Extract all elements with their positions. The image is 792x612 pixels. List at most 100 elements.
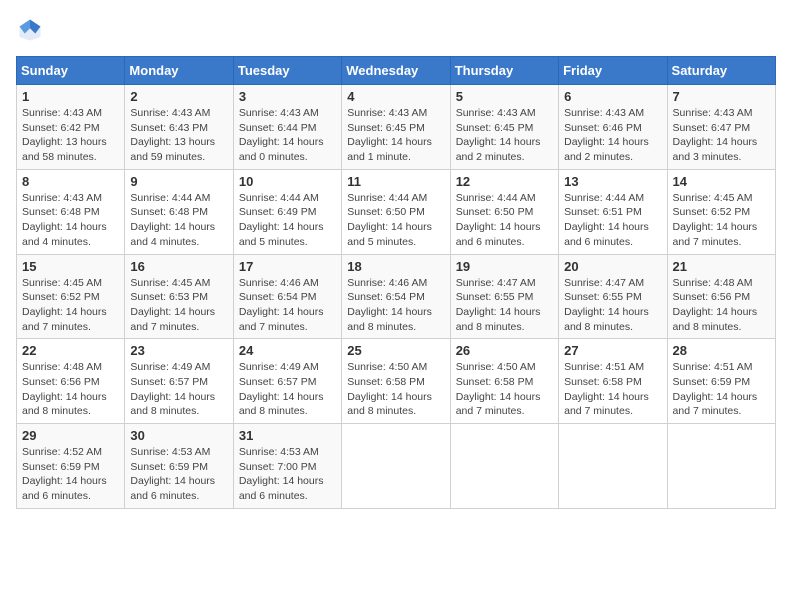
day-number: 8 <box>22 174 119 189</box>
calendar-cell: 5 Sunrise: 4:43 AM Sunset: 6:45 PM Daylig… <box>450 85 558 170</box>
day-info: Sunrise: 4:52 AM Sunset: 6:59 PM Dayligh… <box>22 445 119 504</box>
calendar-cell: 9 Sunrise: 4:44 AM Sunset: 6:48 PM Daylig… <box>125 169 233 254</box>
day-number: 5 <box>456 89 553 104</box>
calendar-cell: 24Sunrise: 4:49 AM Sunset: 6:57 PM Dayli… <box>233 339 341 424</box>
day-number: 17 <box>239 259 336 274</box>
day-info: Sunrise: 4:51 AM Sunset: 6:58 PM Dayligh… <box>564 360 661 419</box>
day-info: Sunrise: 4:51 AM Sunset: 6:59 PM Dayligh… <box>673 360 770 419</box>
calendar-header-row: SundayMondayTuesdayWednesdayThursdayFrid… <box>17 57 776 85</box>
calendar-cell: 2 Sunrise: 4:43 AM Sunset: 6:43 PM Daylig… <box>125 85 233 170</box>
calendar-cell: 27 Sunrise: 4:51 AM Sunset: 6:58 PM Dayli… <box>559 339 667 424</box>
day-info: Sunrise: 4:43 AM Sunset: 6:42 PM Dayligh… <box>22 106 119 165</box>
calendar-week-3: 15 Sunrise: 4:45 AM Sunset: 6:52 PM Dayli… <box>17 254 776 339</box>
calendar-cell: 1Sunrise: 4:43 AM Sunset: 6:42 PM Daylig… <box>17 85 125 170</box>
day-number: 9 <box>130 174 227 189</box>
day-info: Sunrise: 4:43 AM Sunset: 6:44 PM Dayligh… <box>239 106 336 165</box>
calendar-week-5: 29 Sunrise: 4:52 AM Sunset: 6:59 PM Dayli… <box>17 424 776 509</box>
calendar-cell: 22 Sunrise: 4:48 AM Sunset: 6:56 PM Dayli… <box>17 339 125 424</box>
calendar-cell: 23 Sunrise: 4:49 AM Sunset: 6:57 PM Dayli… <box>125 339 233 424</box>
day-info: Sunrise: 4:44 AM Sunset: 6:50 PM Dayligh… <box>347 191 444 250</box>
day-info: Sunrise: 4:43 AM Sunset: 6:47 PM Dayligh… <box>673 106 770 165</box>
day-number: 14 <box>673 174 770 189</box>
day-number: 2 <box>130 89 227 104</box>
day-info: Sunrise: 4:43 AM Sunset: 6:48 PM Dayligh… <box>22 191 119 250</box>
day-number: 21 <box>673 259 770 274</box>
day-info: Sunrise: 4:49 AM Sunset: 6:57 PM Dayligh… <box>239 360 336 419</box>
day-number: 13 <box>564 174 661 189</box>
day-info: Sunrise: 4:44 AM Sunset: 6:49 PM Dayligh… <box>239 191 336 250</box>
day-number: 25 <box>347 343 444 358</box>
day-number: 6 <box>564 89 661 104</box>
calendar-cell <box>342 424 450 509</box>
day-info: Sunrise: 4:53 AM Sunset: 7:00 PM Dayligh… <box>239 445 336 504</box>
calendar-week-4: 22 Sunrise: 4:48 AM Sunset: 6:56 PM Dayli… <box>17 339 776 424</box>
column-header-friday: Friday <box>559 57 667 85</box>
day-info: Sunrise: 4:43 AM Sunset: 6:43 PM Dayligh… <box>130 106 227 165</box>
calendar-cell: 28 Sunrise: 4:51 AM Sunset: 6:59 PM Dayli… <box>667 339 775 424</box>
day-info: Sunrise: 4:43 AM Sunset: 6:45 PM Dayligh… <box>456 106 553 165</box>
calendar-table: SundayMondayTuesdayWednesdayThursdayFrid… <box>16 56 776 509</box>
page-header <box>16 16 776 44</box>
day-info: Sunrise: 4:46 AM Sunset: 6:54 PM Dayligh… <box>347 276 444 335</box>
calendar-cell: 31 Sunrise: 4:53 AM Sunset: 7:00 PM Dayli… <box>233 424 341 509</box>
calendar-cell: 29 Sunrise: 4:52 AM Sunset: 6:59 PM Dayli… <box>17 424 125 509</box>
day-info: Sunrise: 4:50 AM Sunset: 6:58 PM Dayligh… <box>456 360 553 419</box>
logo <box>16 16 48 44</box>
column-header-monday: Monday <box>125 57 233 85</box>
day-number: 23 <box>130 343 227 358</box>
day-number: 27 <box>564 343 661 358</box>
calendar-cell: 30 Sunrise: 4:53 AM Sunset: 6:59 PM Dayli… <box>125 424 233 509</box>
calendar-cell: 20 Sunrise: 4:47 AM Sunset: 6:55 PM Dayli… <box>559 254 667 339</box>
day-number: 28 <box>673 343 770 358</box>
day-number: 26 <box>456 343 553 358</box>
day-number: 16 <box>130 259 227 274</box>
day-number: 15 <box>22 259 119 274</box>
day-info: Sunrise: 4:43 AM Sunset: 6:45 PM Dayligh… <box>347 106 444 165</box>
day-info: Sunrise: 4:47 AM Sunset: 6:55 PM Dayligh… <box>564 276 661 335</box>
day-number: 12 <box>456 174 553 189</box>
calendar-cell: 8 Sunrise: 4:43 AM Sunset: 6:48 PM Daylig… <box>17 169 125 254</box>
calendar-cell <box>559 424 667 509</box>
day-info: Sunrise: 4:45 AM Sunset: 6:52 PM Dayligh… <box>22 276 119 335</box>
calendar-cell: 11Sunrise: 4:44 AM Sunset: 6:50 PM Dayli… <box>342 169 450 254</box>
day-info: Sunrise: 4:47 AM Sunset: 6:55 PM Dayligh… <box>456 276 553 335</box>
calendar-cell: 14 Sunrise: 4:45 AM Sunset: 6:52 PM Dayli… <box>667 169 775 254</box>
day-number: 20 <box>564 259 661 274</box>
calendar-cell: 26 Sunrise: 4:50 AM Sunset: 6:58 PM Dayli… <box>450 339 558 424</box>
day-info: Sunrise: 4:44 AM Sunset: 6:48 PM Dayligh… <box>130 191 227 250</box>
day-info: Sunrise: 4:49 AM Sunset: 6:57 PM Dayligh… <box>130 360 227 419</box>
day-number: 31 <box>239 428 336 443</box>
column-header-wednesday: Wednesday <box>342 57 450 85</box>
day-number: 3 <box>239 89 336 104</box>
day-number: 4 <box>347 89 444 104</box>
day-number: 29 <box>22 428 119 443</box>
calendar-cell: 3 Sunrise: 4:43 AM Sunset: 6:44 PM Daylig… <box>233 85 341 170</box>
calendar-cell: 17 Sunrise: 4:46 AM Sunset: 6:54 PM Dayli… <box>233 254 341 339</box>
calendar-cell: 15 Sunrise: 4:45 AM Sunset: 6:52 PM Dayli… <box>17 254 125 339</box>
day-info: Sunrise: 4:45 AM Sunset: 6:52 PM Dayligh… <box>673 191 770 250</box>
column-header-thursday: Thursday <box>450 57 558 85</box>
calendar-cell <box>450 424 558 509</box>
calendar-cell: 18 Sunrise: 4:46 AM Sunset: 6:54 PM Dayli… <box>342 254 450 339</box>
calendar-cell <box>667 424 775 509</box>
calendar-week-1: 1Sunrise: 4:43 AM Sunset: 6:42 PM Daylig… <box>17 85 776 170</box>
calendar-cell: 4 Sunrise: 4:43 AM Sunset: 6:45 PM Daylig… <box>342 85 450 170</box>
calendar-cell: 7Sunrise: 4:43 AM Sunset: 6:47 PM Daylig… <box>667 85 775 170</box>
day-info: Sunrise: 4:48 AM Sunset: 6:56 PM Dayligh… <box>22 360 119 419</box>
day-info: Sunrise: 4:50 AM Sunset: 6:58 PM Dayligh… <box>347 360 444 419</box>
day-info: Sunrise: 4:53 AM Sunset: 6:59 PM Dayligh… <box>130 445 227 504</box>
day-info: Sunrise: 4:45 AM Sunset: 6:53 PM Dayligh… <box>130 276 227 335</box>
calendar-cell: 6Sunrise: 4:43 AM Sunset: 6:46 PM Daylig… <box>559 85 667 170</box>
column-header-tuesday: Tuesday <box>233 57 341 85</box>
calendar-cell: 25 Sunrise: 4:50 AM Sunset: 6:58 PM Dayli… <box>342 339 450 424</box>
calendar-cell: 16 Sunrise: 4:45 AM Sunset: 6:53 PM Dayli… <box>125 254 233 339</box>
day-info: Sunrise: 4:46 AM Sunset: 6:54 PM Dayligh… <box>239 276 336 335</box>
day-number: 18 <box>347 259 444 274</box>
day-info: Sunrise: 4:44 AM Sunset: 6:51 PM Dayligh… <box>564 191 661 250</box>
day-number: 22 <box>22 343 119 358</box>
calendar-cell: 19Sunrise: 4:47 AM Sunset: 6:55 PM Dayli… <box>450 254 558 339</box>
column-header-sunday: Sunday <box>17 57 125 85</box>
day-number: 30 <box>130 428 227 443</box>
calendar-cell: 10Sunrise: 4:44 AM Sunset: 6:49 PM Dayli… <box>233 169 341 254</box>
calendar-cell: 13 Sunrise: 4:44 AM Sunset: 6:51 PM Dayli… <box>559 169 667 254</box>
